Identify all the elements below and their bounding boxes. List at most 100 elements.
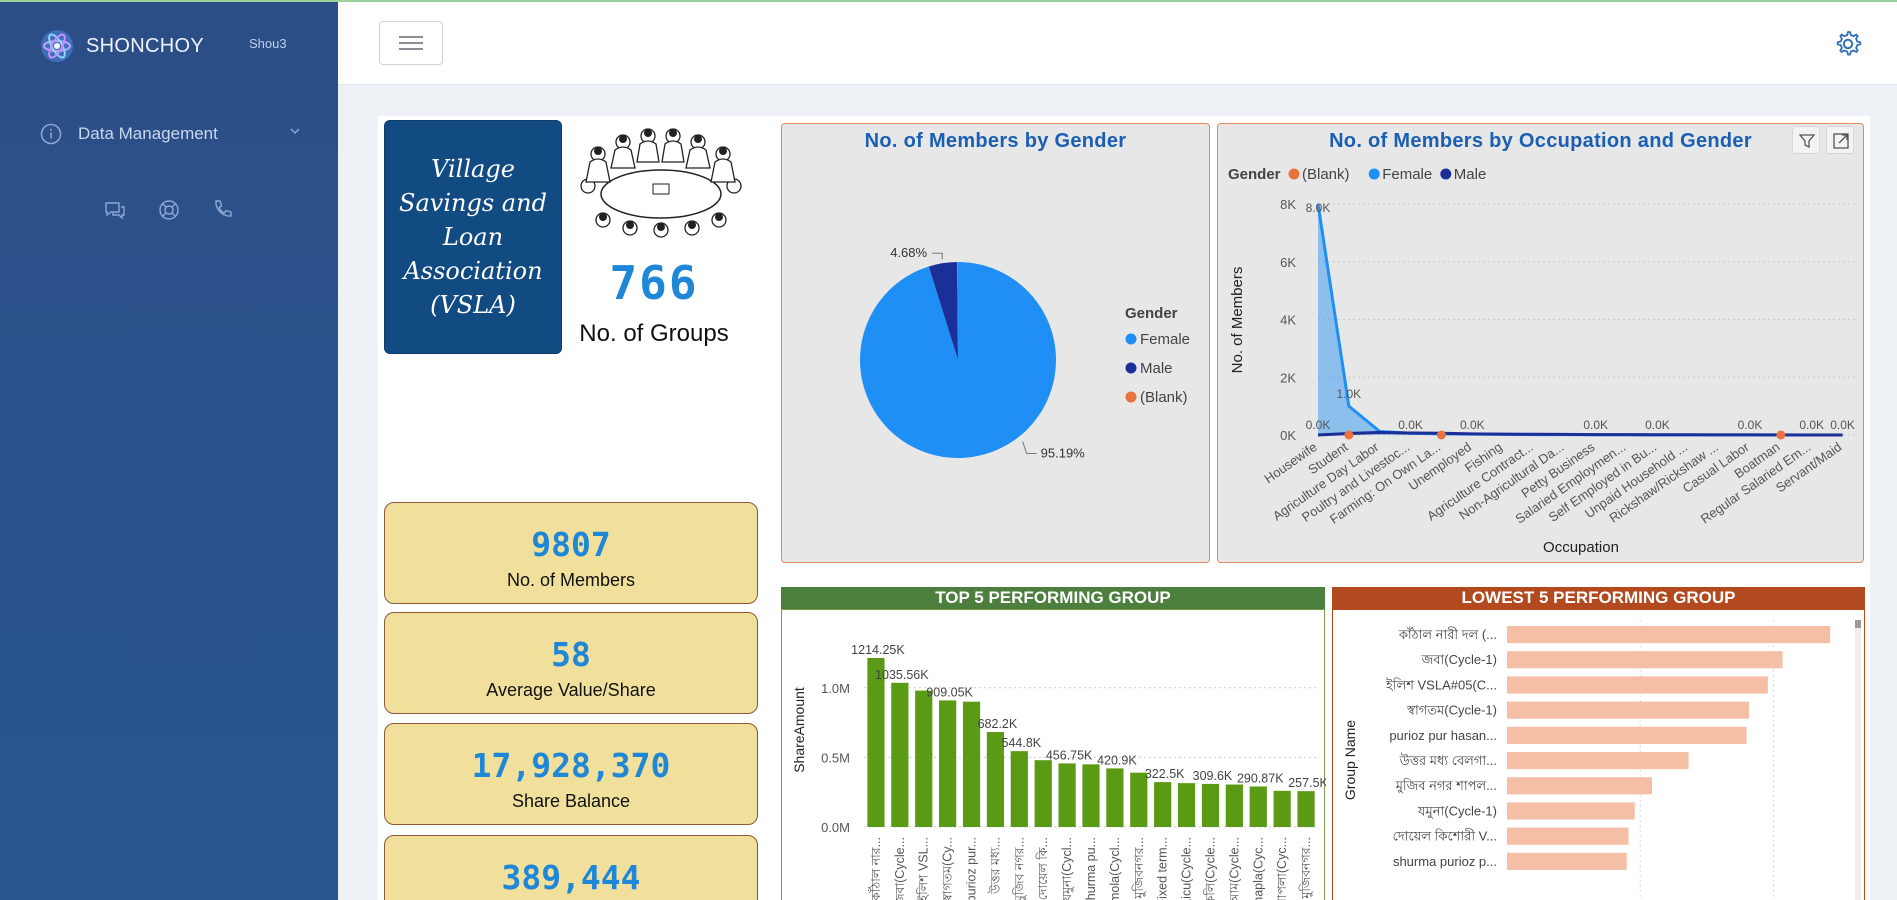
group-meeting-illustration [580,128,742,238]
gear-icon[interactable] [1833,29,1863,59]
top-bar-data-label: 1214.25K [851,643,905,657]
pie-data-label: 95.19% [1041,445,1086,460]
top-x-tick-label: শাপলা(Cyc... [1275,837,1289,900]
user-name[interactable]: Shou3 [249,36,287,51]
low-y-tick-label: স্বাগতম(Cycle-1) [1406,703,1497,718]
occupation-area-chart: Gender (Blank) Female Male 0K 2K 4K 6K 8K No. of … [1228,166,1858,556]
top-bar [1106,768,1124,827]
top-bar [1177,783,1196,827]
brand-name: SHONCHOY [86,34,204,57]
area-data-label: 0.0K [1306,418,1331,432]
top-x-tick-label: স্বাগতম(Cy... [941,837,955,900]
low-bar [1507,726,1747,744]
low-bar [1507,827,1629,845]
top-x-tick-label: কলি(Cycle... [1202,837,1217,900]
low-bar [1507,752,1689,770]
pie-legend-title: Gender [1125,305,1178,322]
area-y-tick-label: 0K [1280,428,1296,443]
low-y-tick-label: জবা(Cycle-1) [1421,652,1497,667]
phone-icon[interactable] [211,198,235,222]
top-bar [915,690,933,827]
top-bar-data-label: 309.6K [1193,769,1233,783]
top-x-tick-label: shurma pu... [1084,837,1098,900]
top-x-tick-label: উত্তর মধ্য... [987,837,1002,895]
share-balance-label: Share Balance [511,791,631,811]
pie-legend-marker [1125,362,1137,374]
area-blank-marker [1344,430,1354,440]
top-bar [1273,790,1291,827]
low-y-tick-label: ইলিশ VSLA#05(C... [1385,677,1497,692]
top-bar-data-label: 544.8K [1002,736,1042,750]
pie-legend-marker [1125,391,1137,403]
low-y-tick-label: মুজিব নগর শাপল... [1395,778,1497,794]
sidebar-quick-icons [103,198,235,222]
top-bar [891,682,909,827]
chevron-down-icon [290,128,300,135]
top-bar [1154,782,1172,827]
top-bar [1082,764,1100,827]
top-x-tick-label: Licu(Cycle... [1180,837,1194,900]
top-bar [867,657,885,827]
low-y-axis-label: Group Name [1342,720,1358,800]
area-data-label: 0.0K [1460,418,1485,432]
top-bar [1034,760,1052,827]
top-y-tick-label: 1.0M [821,681,850,696]
area-y-axis-label: No. of Members [1229,267,1246,374]
top-groups-title: TOP 5 PERFORMING GROUP [781,587,1325,609]
top-x-tick-label: purioz pur... [965,837,979,900]
top-bar [1058,763,1076,827]
members-value: 9807 [531,525,611,564]
low-y-tick-label: purioz pur hasan... [1389,728,1497,743]
top-header [338,2,1897,85]
top-x-tick-label: কাঁঠাল নার... [868,837,883,900]
support-icon[interactable] [157,198,181,222]
area-data-label: 0.0K [1799,418,1824,432]
top-x-tick-label: ইলিশ VSL... [916,837,931,900]
pie-data-label: 4.68% [890,245,927,260]
top-x-tick-label: জবা(Cycle... [893,837,907,900]
top-x-tick-label: mola(Cycl... [1108,837,1122,900]
top-bar-data-label: 322.5K [1145,767,1185,781]
low-y-tick-label: উত্তর মধ্য বেলগা... [1399,753,1497,768]
report-canvas: Village Savings and Loan Association (VS… [378,116,1870,900]
lowest-groups-title: LOWEST 5 PERFORMING GROUP [1332,587,1865,609]
menu-toggle-button[interactable] [379,21,443,65]
vsla-title-line: Savings and [399,189,547,217]
top-bar-data-label: 456.75K [1046,748,1093,762]
occupation-area-panel: No. of Members by Occupation and Gender … [1217,123,1864,563]
top-bar [939,700,957,827]
low-bar [1507,676,1768,694]
low-bar [1507,651,1783,669]
fourth-kpi-card: 389,444 [384,835,758,900]
chat-icon[interactable] [103,198,127,222]
top-bar [1201,783,1220,827]
share-balance-value: 17,928,370 [471,746,671,785]
gender-pie-chart: 95.19% 4.68% Gender Female Male (Blank) [860,245,1190,460]
low-scrollbar [1855,620,1861,900]
top-x-tick-label: দোয়েল কি... [1035,837,1050,900]
area-legend-title: Gender [1228,166,1281,183]
top-bar [1297,791,1315,827]
sidebar-item-data-management[interactable]: Data Management [40,118,302,150]
vsla-title-box: Village Savings and Loan Association (VS… [384,120,562,354]
brand[interactable]: SHONCHOY [40,26,204,66]
pie-legend-marker [1125,333,1137,345]
area-data-label: 1.0K [1337,387,1362,401]
members-label: No. of Members [506,570,636,590]
top-y-tick-label: 0.5M [821,750,850,765]
top-y-tick-label: 0.0M [821,820,850,835]
groups-count-value: 766 [609,256,699,310]
area-legend-label: Male [1454,166,1487,183]
top-x-tick-label: shapla(Cyc... [1251,837,1265,900]
top-x-tick-label: মুজিবনগর... [1131,837,1147,900]
low-scrollbar-thumb [1855,620,1861,628]
top-x-tick-label: Fixed term... [1156,837,1170,900]
avg-value-card: 58 Average Value/Share [384,612,758,714]
area-legend-label: (Blank) [1302,166,1350,183]
sidebar-item-label: Data Management [78,124,218,143]
gender-pie-panel: No. of Members by Gender 95.19% 4.68% Gend… [781,123,1210,563]
low-bar [1507,777,1653,795]
area-data-label: 0.0K [1645,418,1670,432]
low-y-tick-label: যমুনা(Cycle-1) [1417,803,1497,819]
top-bar [1249,786,1267,827]
